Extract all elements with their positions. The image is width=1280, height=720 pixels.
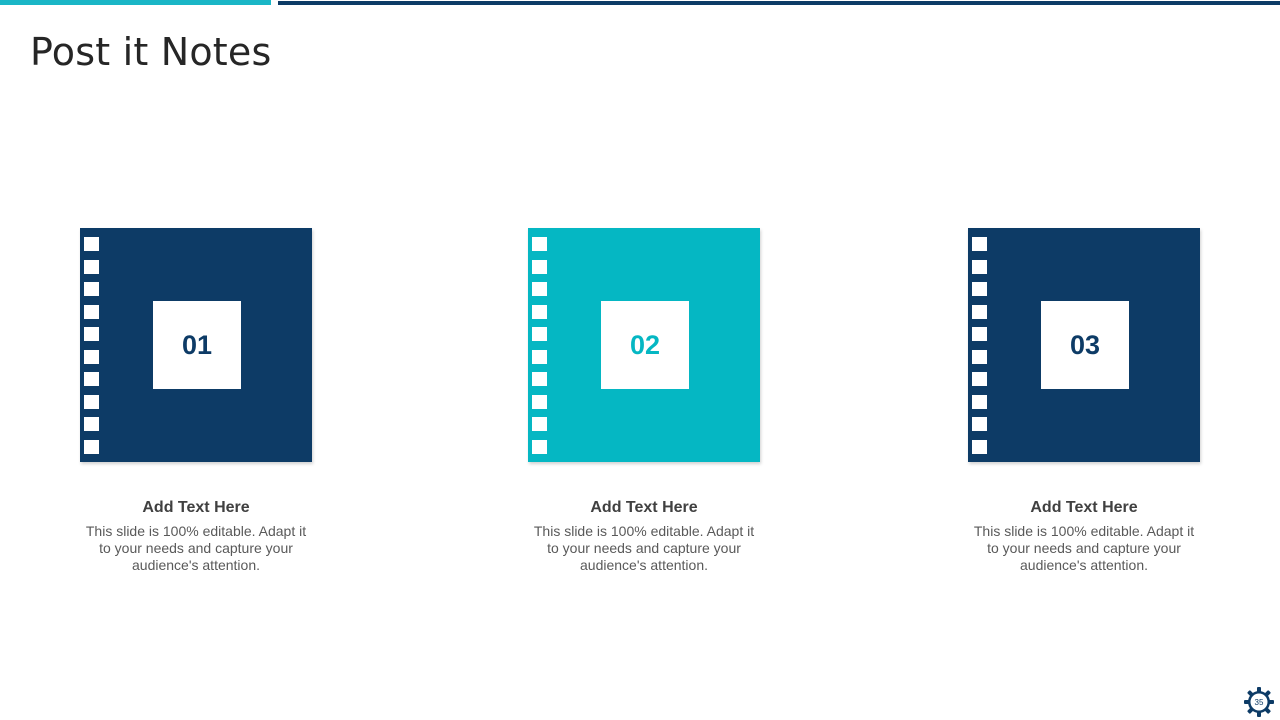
note-heading: Add Text Here (142, 499, 250, 516)
binder-hole (532, 372, 547, 386)
binder-hole (84, 439, 99, 454)
binder-hole (972, 282, 987, 296)
binder-hole (84, 349, 99, 364)
binder-hole (972, 394, 987, 409)
binder-hole (532, 327, 547, 341)
note-body: This slide is 100% editable. Adapt it to… (85, 523, 307, 573)
binder-hole (532, 394, 547, 409)
note-heading: Add Text Here (1030, 499, 1138, 516)
binder-hole (84, 327, 99, 341)
binder-hole (84, 237, 99, 251)
note-heading: Add Text Here (590, 499, 698, 516)
binder-hole (532, 349, 547, 364)
binder-holes (84, 237, 100, 462)
binder-hole (84, 394, 99, 409)
post-it-note-2: 02 (528, 228, 760, 462)
binder-hole (84, 282, 99, 296)
binder-holes (532, 237, 548, 462)
binder-hole (532, 304, 547, 319)
binder-hole (972, 237, 987, 251)
note-number-box: 01 (153, 301, 241, 389)
post-it-note-1: 01 (80, 228, 312, 462)
note-caption-2: Add Text Here This slide is 100% editabl… (524, 499, 764, 574)
binder-hole (532, 417, 547, 431)
note-number-box: 03 (1041, 301, 1129, 389)
post-it-note-3: 03 (968, 228, 1200, 462)
binder-hole (84, 417, 99, 431)
note-caption-3: Add Text Here This slide is 100% editabl… (964, 499, 1204, 574)
note-caption-1: Add Text Here This slide is 100% editabl… (76, 499, 316, 574)
note-body: This slide is 100% editable. Adapt it to… (973, 523, 1195, 573)
binder-hole (84, 259, 99, 274)
binder-hole (972, 259, 987, 274)
binder-hole (972, 417, 987, 431)
slide-title: Post it Notes (30, 30, 272, 74)
binder-hole (972, 304, 987, 319)
binder-hole (972, 372, 987, 386)
binder-hole (532, 282, 547, 296)
binder-hole (972, 349, 987, 364)
binder-hole (972, 439, 987, 454)
binder-hole (532, 237, 547, 251)
note-number: 02 (629, 329, 661, 360)
binder-hole (532, 259, 547, 274)
binder-hole (84, 372, 99, 386)
note-number-box: 02 (601, 301, 689, 389)
binder-holes (972, 237, 988, 462)
note-number: 01 (181, 329, 213, 360)
binder-hole (532, 439, 547, 454)
page-number: 35 (1254, 697, 1264, 707)
binder-hole (84, 304, 99, 319)
top-accent-bar-navy (278, 1, 1280, 5)
top-accent-bar-teal (0, 0, 271, 5)
binder-hole (972, 327, 987, 341)
note-number: 03 (1069, 329, 1101, 360)
note-body: This slide is 100% editable. Adapt it to… (533, 523, 755, 573)
